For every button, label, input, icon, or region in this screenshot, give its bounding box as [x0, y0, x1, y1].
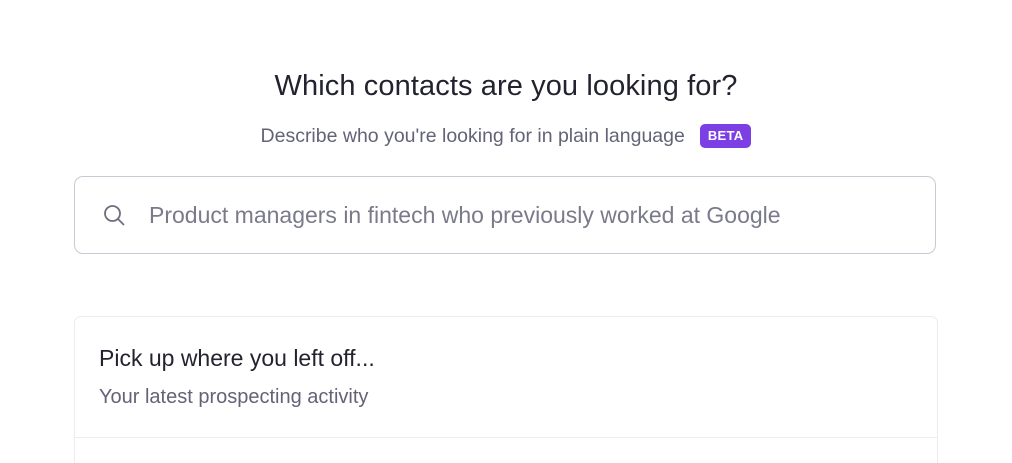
- subtitle-row: Describe who you're looking for in plain…: [0, 124, 1012, 148]
- search-box[interactable]: [74, 176, 936, 254]
- page-title: Which contacts are you looking for?: [274, 70, 738, 102]
- beta-badge: BETA: [699, 124, 752, 148]
- search-icon: [101, 202, 127, 228]
- recent-activity-card: Pick up where you left off... Your lates…: [74, 316, 938, 463]
- page: Which contacts are you looking for? Desc…: [0, 0, 1012, 463]
- page-subtitle: Describe who you're looking for in plain…: [260, 124, 685, 147]
- recent-activity-subtitle: Your latest prospecting activity: [99, 386, 369, 408]
- recent-activity-title: Pick up where you left off...: [99, 345, 375, 371]
- search-input[interactable]: [147, 200, 871, 230]
- divider: [75, 437, 937, 438]
